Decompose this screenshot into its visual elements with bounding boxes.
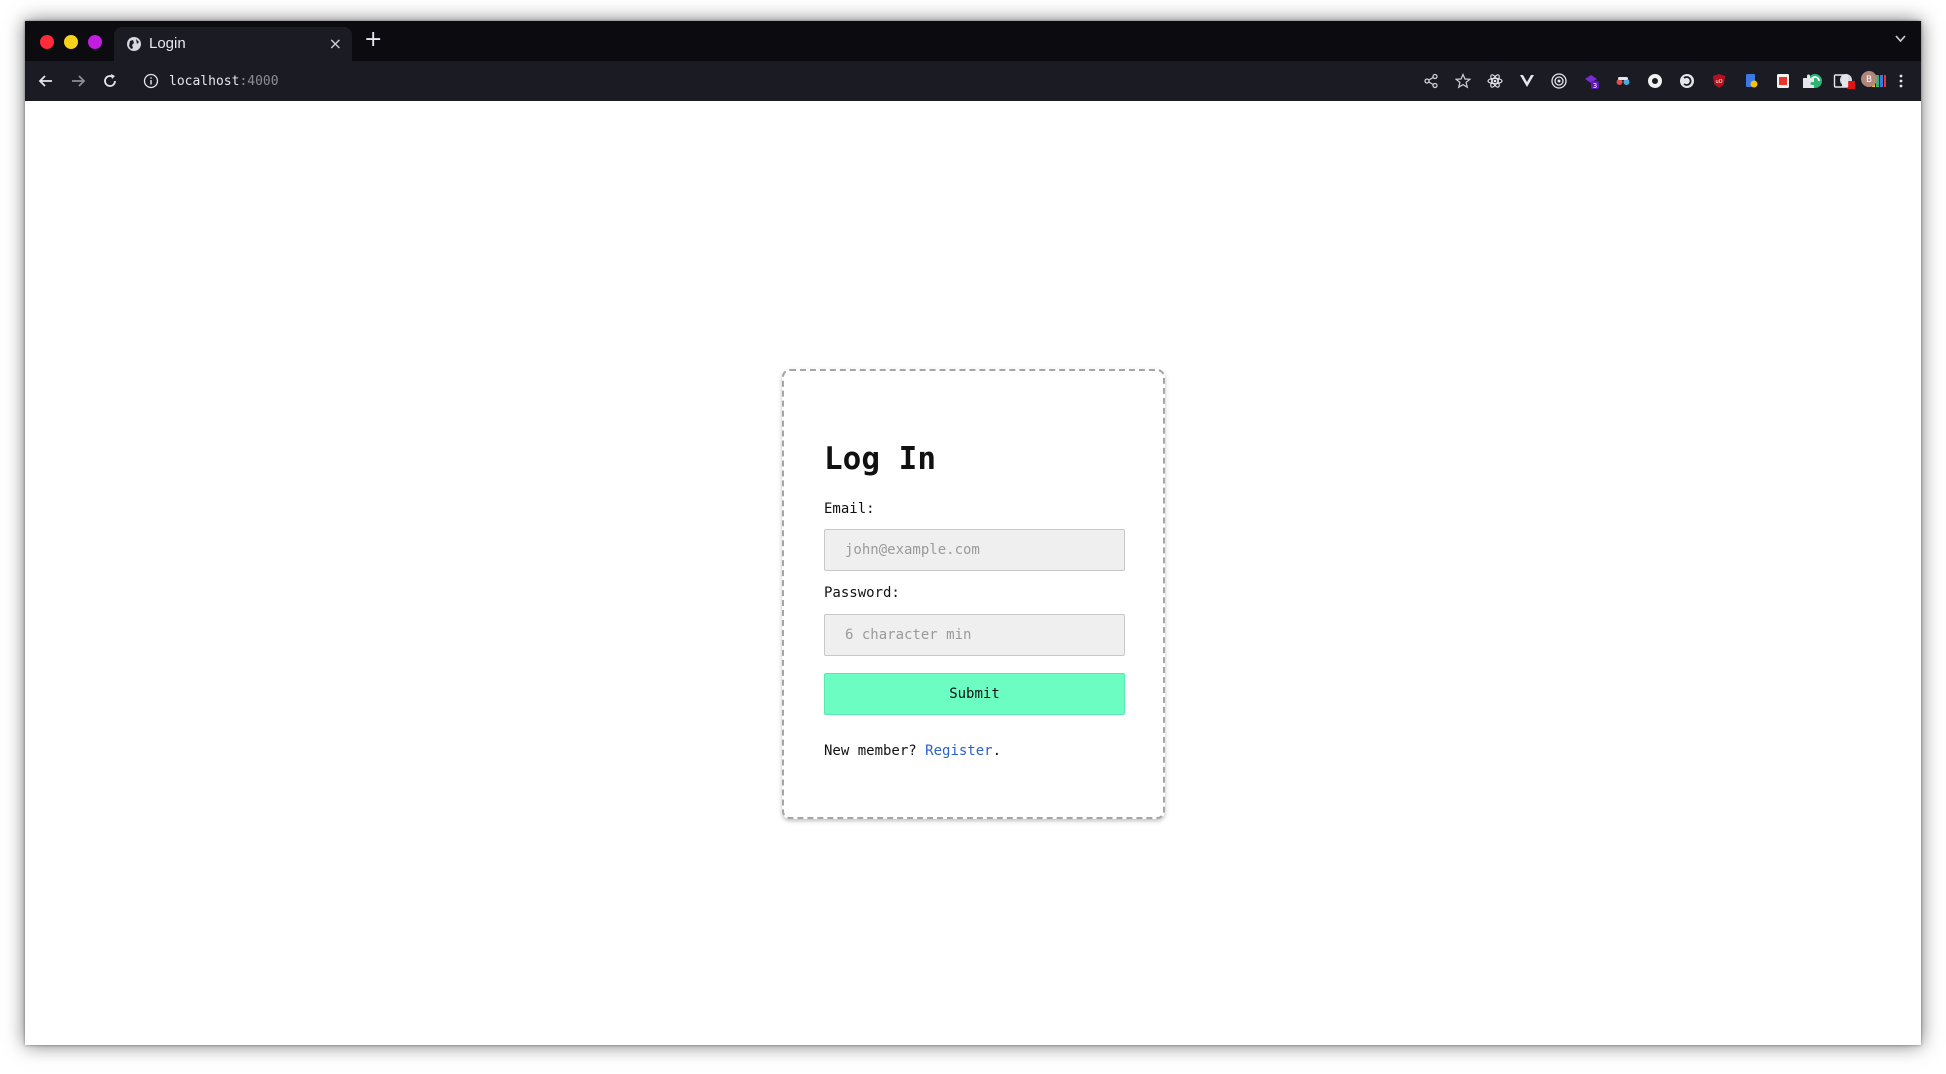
reload-icon[interactable] (101, 72, 119, 90)
maximize-window-button[interactable] (88, 35, 102, 49)
glasses-extension-icon[interactable] (1615, 73, 1631, 89)
back-arrow-icon[interactable] (37, 72, 55, 90)
puzzle-extensions-icon[interactable] (1801, 73, 1817, 89)
browser-tab[interactable]: Login × (114, 27, 352, 61)
target-icon[interactable] (1551, 73, 1567, 89)
page-viewport: Log In Email: Password: Submit New membe… (25, 101, 1921, 1045)
forward-arrow-icon[interactable] (69, 72, 87, 90)
email-label: Email: (824, 501, 875, 517)
register-suffix: . (992, 743, 1002, 759)
register-prefix: New member? (824, 743, 926, 759)
extension-badge: 3 (1593, 82, 1597, 89)
login-heading: Log In (824, 441, 936, 477)
ublock-icon[interactable]: uO (1711, 73, 1727, 89)
kebab-menu-icon[interactable] (1893, 73, 1909, 89)
tab-close-icon[interactable]: × (329, 34, 342, 53)
email-field[interactable] (824, 529, 1125, 571)
register-prompt: New member? Register. (824, 743, 1001, 759)
purple-extension-icon[interactable]: 3 (1583, 73, 1599, 90)
share-icon[interactable] (1423, 73, 1439, 89)
browser-window: Login × + localhost:4000 3 uO B Log In … (25, 21, 1921, 1045)
bookmark-star-icon[interactable] (1454, 73, 1472, 89)
register-link[interactable]: Register (925, 743, 992, 759)
close-window-button[interactable] (40, 35, 54, 49)
minimize-window-button[interactable] (64, 35, 78, 49)
url-port: :4000 (239, 73, 279, 89)
login-card: Log In Email: Password: Submit New membe… (782, 369, 1165, 819)
address-bar[interactable]: localhost:4000 (143, 71, 279, 91)
swirl-extension-icon[interactable] (1679, 73, 1695, 89)
info-icon[interactable] (143, 73, 159, 89)
circle-extension-icon[interactable] (1647, 73, 1663, 89)
tab-strip: Login × + (25, 21, 1921, 61)
extensions-bar: 3 uO (1301, 61, 1921, 101)
password-label: Password: (824, 585, 900, 601)
svg-text:uO: uO (1715, 79, 1722, 85)
react-devtools-icon[interactable] (1487, 73, 1503, 89)
vue-devtools-icon[interactable] (1519, 73, 1535, 89)
side-panel-icon[interactable] (1833, 73, 1849, 89)
url-host: localhost (169, 73, 240, 89)
pdf-extension-icon[interactable] (1775, 73, 1791, 89)
chevron-down-icon[interactable] (1894, 32, 1907, 49)
globe-icon (126, 36, 142, 52)
browser-toolbar: localhost:4000 3 uO B (25, 61, 1921, 101)
tab-title: Login (149, 35, 186, 52)
profile-avatar[interactable]: B (1861, 71, 1881, 91)
submit-button[interactable]: Submit (824, 673, 1125, 715)
profile-initial: B (1866, 75, 1872, 85)
new-tab-button[interactable]: + (364, 29, 382, 51)
docs-extension-icon[interactable] (1743, 73, 1759, 89)
password-field[interactable] (824, 614, 1125, 656)
